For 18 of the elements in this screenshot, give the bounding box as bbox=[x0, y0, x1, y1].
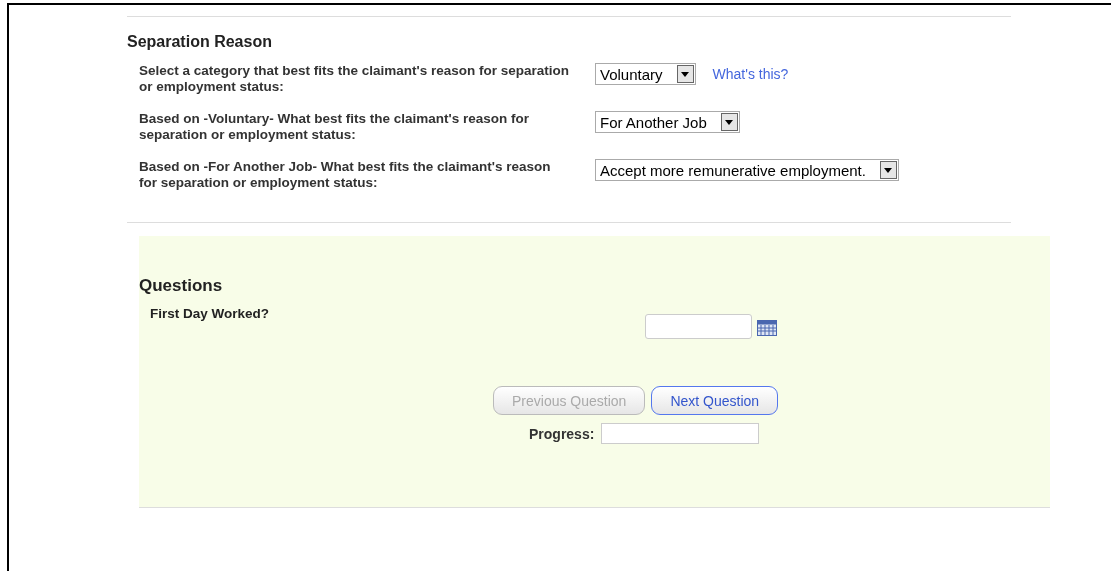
question-button[interactable]: Next Question bbox=[651, 386, 779, 415]
section-heading: Separation Reason bbox=[127, 33, 273, 51]
field-label: Based on -For Another Job- What best fits the claimant's reason for separation or employment status: bbox=[139, 159, 552, 191]
progress-field[interactable] bbox=[601, 423, 760, 444]
progress-label: Progress: bbox=[529, 425, 595, 442]
help-link[interactable]: What's this? bbox=[712, 66, 789, 82]
dropdown[interactable]: Accept more remunerative employment. bbox=[595, 159, 899, 181]
caret-icon bbox=[676, 65, 694, 83]
section-heading: Questions bbox=[139, 276, 224, 296]
dropdown[interactable]: Voluntary bbox=[595, 63, 696, 85]
question-label: First Day Worked? bbox=[150, 306, 271, 321]
caret-icon bbox=[879, 161, 897, 179]
caret-icon bbox=[720, 113, 738, 131]
field-label: Select a category that best fits the claimant's reason for separation or employment status: bbox=[139, 63, 571, 95]
field-label: Based on -Voluntary- What best fits the claimant's reason for separation or employment status: bbox=[139, 111, 531, 143]
date-field[interactable] bbox=[645, 314, 752, 339]
calendar-icon[interactable] bbox=[757, 319, 777, 336]
dropdown[interactable]: For Another Job bbox=[595, 111, 740, 133]
